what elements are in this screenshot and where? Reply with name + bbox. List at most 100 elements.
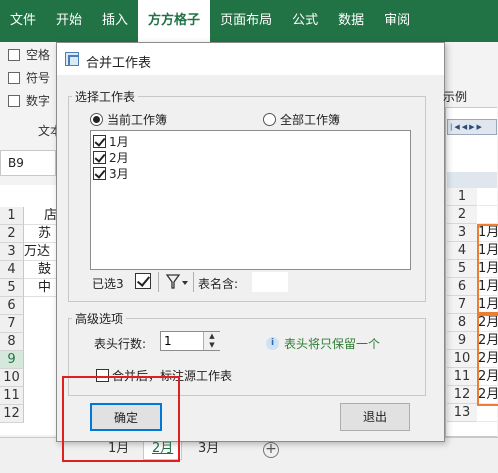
ribbon-tab-page-layout[interactable]: 页面布局 xyxy=(210,0,282,42)
checkbox-box xyxy=(8,48,20,61)
sheet-name: 1月 xyxy=(109,134,129,149)
preview-highlight-feb xyxy=(477,314,498,406)
preview-row-number: 6 xyxy=(447,278,477,296)
sheet-list-toolbar: 已选3 表名含: xyxy=(90,270,411,294)
sheet-cell[interactable]: 万达 xyxy=(24,243,58,261)
spin-up-icon[interactable]: ▲ xyxy=(204,332,220,341)
preview-row: 13 xyxy=(447,404,497,422)
row-header[interactable]: 5 xyxy=(0,279,24,297)
sheet-list-item-mar[interactable]: 3月 xyxy=(93,165,129,181)
checkbox-unchecked[interactable] xyxy=(96,369,109,382)
select-all-checkbox-icon[interactable] xyxy=(135,273,151,289)
preview-nav-arrows-icon: |◀◀▶▶ xyxy=(447,119,497,135)
row-header[interactable]: 10 xyxy=(0,369,24,387)
mark-source-checkbox[interactable]: 合并后，标注源工作表 xyxy=(96,367,232,384)
sheet-cell[interactable]: 店 xyxy=(24,207,58,225)
preview-cell xyxy=(478,404,497,422)
checkbox-checked[interactable] xyxy=(93,134,106,148)
preview-row-number: 3 xyxy=(447,224,477,242)
filter-dropdown-icon[interactable] xyxy=(165,273,191,291)
selected-count: 已选3 xyxy=(92,277,124,291)
checkbox-label: 空格 xyxy=(26,48,51,62)
sheet-tab-bar: 1月 2月 3月 + xyxy=(0,437,498,473)
radio-current-workbook[interactable]: 当前工作簿 xyxy=(90,111,167,128)
preview-row-number: 12 xyxy=(447,386,477,404)
header-rows-label: 表头行数: xyxy=(94,337,147,351)
radio-all-workbooks[interactable]: 全部工作簿 xyxy=(263,111,340,128)
dialog-title: 合并工作表 xyxy=(86,56,152,71)
checkbox-box xyxy=(8,94,20,107)
name-box[interactable]: B9 xyxy=(0,150,56,176)
checkbox-label: 符号 xyxy=(26,71,51,85)
checkbox-box xyxy=(8,71,20,84)
preview-column-header xyxy=(447,172,497,188)
ribbon-tab-home[interactable]: 开始 xyxy=(46,0,92,42)
checkbox-checked[interactable] xyxy=(93,150,106,164)
preview-row-number: 2 xyxy=(447,206,477,224)
preview-row-number: 13 xyxy=(447,404,477,422)
ribbon-tab-formulas[interactable]: 公式 xyxy=(282,0,328,42)
ribbon-tab-insert[interactable]: 插入 xyxy=(92,0,138,42)
preview-row-number: 8 xyxy=(447,314,477,332)
merge-sheets-icon xyxy=(65,52,79,66)
add-sheet-icon[interactable]: + xyxy=(263,442,279,458)
row-header-selected[interactable]: 9 xyxy=(0,351,24,369)
select-sheets-group-label: 选择工作表 xyxy=(72,88,139,105)
radio-dot xyxy=(263,113,276,126)
toolbar-divider xyxy=(193,272,194,292)
row-header[interactable]: 4 xyxy=(0,261,24,279)
ribbon-tabs: 文件 开始 插入 方方格子 页面布局 公式 数据 审阅 xyxy=(0,0,498,42)
ribbon-checkbox-number[interactable]: 数字 xyxy=(8,92,50,109)
sheet-list[interactable]: 1月 2月 3月 xyxy=(90,130,411,270)
info-icon: i xyxy=(266,337,279,350)
spin-down-icon[interactable]: ▼ xyxy=(204,341,220,350)
ribbon-checkbox-symbol[interactable]: 符号 xyxy=(8,69,50,86)
preview-cell xyxy=(478,188,497,206)
ribbon-tab-file[interactable]: 文件 xyxy=(0,0,46,42)
row-header[interactable]: 2 xyxy=(0,225,24,243)
row-header[interactable]: 3 xyxy=(0,243,24,261)
ribbon-tab-fangfang[interactable]: 方方格子 xyxy=(138,0,211,42)
row-header[interactable]: 7 xyxy=(0,315,24,333)
exit-button[interactable]: 退出 xyxy=(340,403,410,431)
preview-cell xyxy=(478,206,497,224)
ok-button[interactable]: 确定 xyxy=(90,403,162,431)
preview-row-number: 11 xyxy=(447,368,477,386)
checkbox-label: 数字 xyxy=(26,94,51,108)
sheet-name: 2月 xyxy=(109,150,129,165)
sheet-cell[interactable]: 中 xyxy=(24,279,58,297)
radio-dot xyxy=(90,113,103,126)
preview-row-number: 10 xyxy=(447,350,477,368)
preview-row-number: 5 xyxy=(447,260,477,278)
sheet-cell[interactable]: 鼓 xyxy=(24,261,58,279)
header-rows-spinner[interactable]: ▲ ▼ xyxy=(203,332,220,350)
toolbar-divider xyxy=(158,272,159,292)
checkbox-checked[interactable] xyxy=(93,166,106,180)
advanced-options-group-label: 高级选项 xyxy=(72,310,127,327)
sheet-list-item-feb[interactable]: 2月 xyxy=(93,149,129,165)
row-header[interactable]: 1 xyxy=(0,207,24,225)
radio-label: 全部工作簿 xyxy=(280,113,341,127)
sheet-grid[interactable]: 1 2 3 4 5 6 7 8 9 10 11 12 店 苏 万达 鼓 中 xyxy=(0,185,58,435)
sheet-name: 3月 xyxy=(109,166,129,181)
radio-label: 当前工作簿 xyxy=(107,113,168,127)
name-contains-input[interactable] xyxy=(252,272,288,292)
dialog-titlebar[interactable]: 合并工作表 xyxy=(57,43,444,75)
preview-row: 1 xyxy=(447,188,497,206)
ribbon-tab-data[interactable]: 数据 xyxy=(328,0,374,42)
preview-highlight-jan xyxy=(477,224,498,314)
preview-row-number: 1 xyxy=(447,188,477,206)
sheet-list-item-jan[interactable]: 1月 xyxy=(93,133,129,149)
ribbon-tab-review[interactable]: 审阅 xyxy=(374,0,420,42)
header-hint: 表头将只保留一个 xyxy=(284,337,381,351)
row-header[interactable]: 11 xyxy=(0,387,24,405)
mark-source-label: 合并后，标注源工作表 xyxy=(112,369,233,383)
ribbon-checkbox-space[interactable]: 空格 xyxy=(8,46,50,63)
row-header[interactable]: 12 xyxy=(0,405,24,423)
sheet-cell[interactable]: 苏 xyxy=(24,225,58,243)
name-contains-label: 表名含: xyxy=(198,277,239,291)
preview-row: 2 xyxy=(447,206,497,224)
row-header[interactable]: 6 xyxy=(0,297,24,315)
preview-row-number: 4 xyxy=(447,242,477,260)
row-header[interactable]: 8 xyxy=(0,333,24,351)
